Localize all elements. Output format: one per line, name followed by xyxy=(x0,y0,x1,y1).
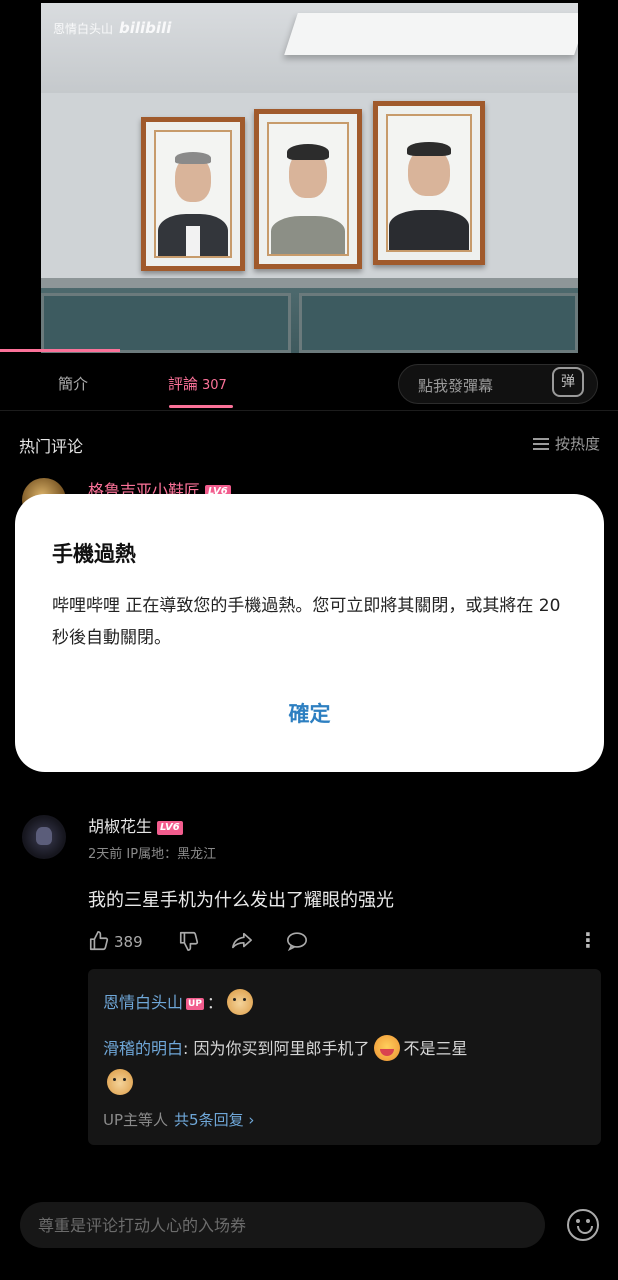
portrait-frame-3 xyxy=(373,101,485,265)
comment-input[interactable] xyxy=(20,1202,545,1248)
sort-lines-icon xyxy=(532,438,549,450)
reply-username[interactable]: 恩情白头山 xyxy=(103,993,183,1012)
comment-text: 我的三星手机为什么发出了耀眼的强光 xyxy=(88,890,394,911)
portrait-frame-1 xyxy=(141,117,245,271)
tab-active-indicator xyxy=(169,405,233,408)
overheat-dialog: 手機過熱 哔哩哔哩 正在導致您的手機過熱。您可立即將其關閉，或其將在 20 秒後… xyxy=(15,494,604,772)
comment-username[interactable]: 胡椒花生 LV6 xyxy=(88,813,183,837)
hot-comments-title: 热门评论 xyxy=(19,437,84,456)
doge-emoji-icon xyxy=(226,989,253,1015)
comment-input-bar xyxy=(20,1202,545,1248)
more-options-icon[interactable]: ⋮ xyxy=(578,930,598,956)
tab-intro[interactable]: 簡介 xyxy=(58,373,88,394)
video-blackboard-left xyxy=(41,293,291,353)
portrait-frame-2 xyxy=(254,109,362,269)
share-arrow-icon xyxy=(232,932,252,949)
video-watermark: 恩情白头山 bilibili xyxy=(53,19,172,37)
comment-actions: 389 ⋮ xyxy=(88,930,608,956)
view-replies-link[interactable]: 共5条回复 › xyxy=(174,1111,254,1129)
level-badge: LV6 xyxy=(157,821,183,835)
video-blackboard-right xyxy=(299,293,578,353)
sort-label: 按热度 xyxy=(554,435,600,453)
up-badge: UP xyxy=(186,998,204,1010)
video-progress-bar[interactable] xyxy=(0,349,120,352)
like-count: 389 xyxy=(114,933,143,951)
sort-button[interactable]: 按热度 xyxy=(532,433,600,454)
reply-button[interactable] xyxy=(285,930,309,956)
reply-footer[interactable]: UP主等人 共5条回复 › xyxy=(103,1109,254,1130)
dialog-message: 哔哩哔哩 正在導致您的手機過熱。您可立即將其關閉，或其將在 20 秒後自動關閉。 xyxy=(52,596,561,648)
speech-bubble-icon xyxy=(287,932,307,952)
laughing-emoji-icon xyxy=(373,1035,400,1061)
video-player[interactable]: 恩情白头山 bilibili xyxy=(41,3,578,353)
reply-username[interactable]: 滑稽的明白 xyxy=(103,1039,183,1058)
reply-preview[interactable]: 恩情白头山 UP： 滑稽的明白: 因为你买到阿里郎手机了 不是三星 UP主等人 共5条… xyxy=(88,969,601,1145)
tab-comments[interactable]: 評論 307 xyxy=(168,373,227,394)
tab-bar: 簡介 評論 307 點我發彈幕 弹 xyxy=(0,353,618,411)
reply-line: 滑稽的明白: 因为你买到阿里郎手机了 不是三星 xyxy=(103,1035,468,1061)
reply-text: 因为你买到阿里郎手机了 xyxy=(193,1039,370,1058)
dislike-button[interactable] xyxy=(178,930,200,956)
share-button[interactable] xyxy=(230,930,254,956)
dialog-ok-button[interactable]: 確定 xyxy=(15,698,604,728)
thumbs-down-icon xyxy=(179,931,199,951)
avatar[interactable] xyxy=(22,815,66,859)
comment-meta: 2天前 IP属地：黑龙江 xyxy=(88,847,217,862)
reply-text: 不是三星 xyxy=(403,1039,468,1058)
reply-line xyxy=(103,1069,137,1095)
tab-comments-label: 評論 xyxy=(168,375,199,393)
doge-emoji-icon xyxy=(107,1069,133,1095)
dialog-title: 手機過熱 xyxy=(52,542,136,566)
tab-comments-count: 307 xyxy=(202,378,227,393)
video-board-rail xyxy=(41,278,578,288)
thumbs-up-icon xyxy=(89,931,109,951)
video-lamp xyxy=(284,13,578,55)
like-button[interactable]: 389 xyxy=(88,930,143,956)
emoji-picker-icon[interactable] xyxy=(567,1209,599,1241)
danmaku-toggle-icon[interactable]: 弹 xyxy=(552,367,584,397)
reply-line: 恩情白头山 UP： xyxy=(103,989,257,1015)
danmaku-placeholder: 點我發彈幕 xyxy=(418,377,494,395)
